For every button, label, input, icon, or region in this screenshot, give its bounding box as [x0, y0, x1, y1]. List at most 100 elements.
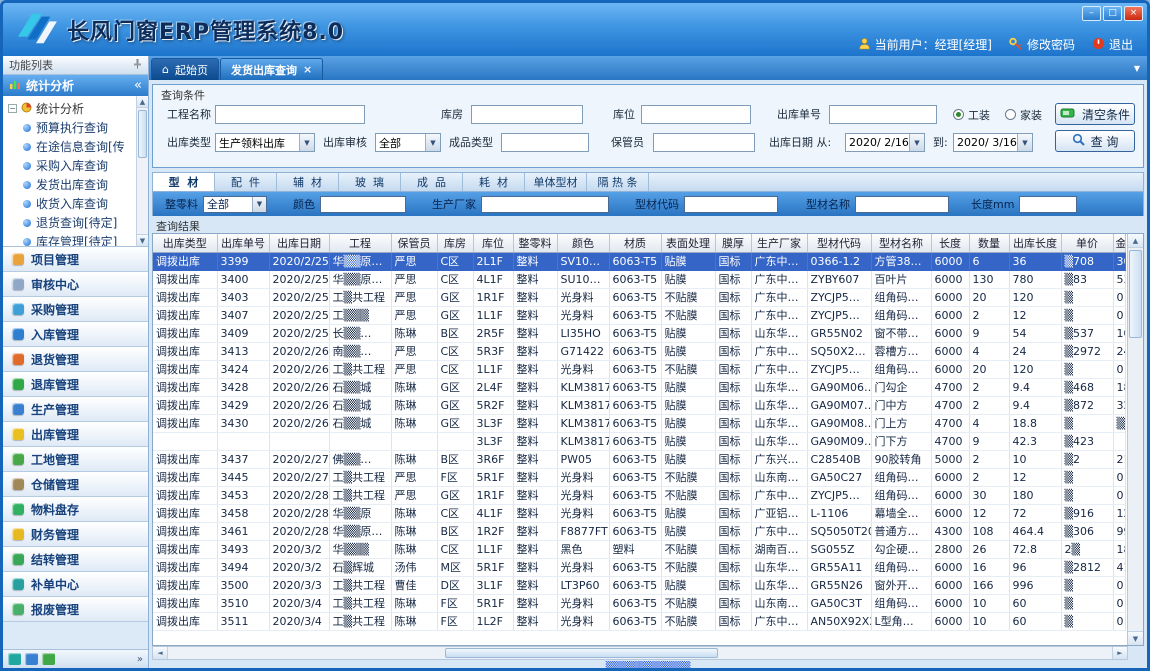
table-row[interactable]: 调拨出库34612020/2/28华▒▒原…陈琳B区1R2F整料F8877FT6…	[153, 522, 1125, 540]
radio-home[interactable]: 家装	[1005, 105, 1042, 124]
sidebar-module[interactable]: 出库管理	[3, 422, 148, 447]
sidebar-module[interactable]: 项目管理	[3, 247, 148, 272]
table-row[interactable]: 调拨出库34372020/2/27佛▒▒…陈琳B区3R6F整料PW056063-…	[153, 450, 1125, 468]
tree-item[interactable]: 发货出库查询	[8, 175, 134, 194]
sidebar-module[interactable]: 采购管理	[3, 297, 148, 322]
tree-item[interactable]: 采购入库查询	[8, 156, 134, 175]
maximize-button[interactable]: □	[1103, 6, 1122, 21]
table-row[interactable]: 3L3F整料KLM38176063-T5贴膜国标山东华…GA90M09…门下方4…	[153, 432, 1125, 450]
column-header[interactable]: 表面处理	[661, 234, 715, 252]
location-input[interactable]	[641, 105, 751, 124]
sidebar-module[interactable]: 审核中心	[3, 272, 148, 297]
table-row[interactable]: 调拨出库34072020/2/25工▒▒▒严思G区1L1F整料光身料6063-T…	[153, 306, 1125, 324]
tab-list-dropdown-icon[interactable]: ▼	[1134, 64, 1140, 73]
material-tab[interactable]: 配 件	[215, 173, 277, 191]
color-input[interactable]	[320, 196, 406, 213]
material-tab[interactable]: 玻 璃	[339, 173, 401, 191]
material-tab[interactable]: 单体型材	[525, 173, 587, 191]
table-row[interactable]: 调拨出库35102020/3/4工▒共工程陈琳F区5R1F整料光身料6063-T…	[153, 594, 1125, 612]
sidebar-module[interactable]: 财务管理	[3, 522, 148, 547]
tab-close-icon[interactable]: ×	[303, 64, 312, 75]
profile-name-input[interactable]	[855, 196, 949, 213]
tab-shipping-outbound-query[interactable]: 发货出库查询 ×	[220, 58, 323, 80]
more-options-icon[interactable]: »	[137, 654, 143, 665]
column-header[interactable]: 单价	[1061, 234, 1113, 252]
column-header[interactable]: 型材代码	[807, 234, 871, 252]
chevron-down-icon[interactable]: ▼	[1017, 134, 1032, 151]
sidebar-module[interactable]: 退货管理	[3, 347, 148, 372]
tree-scrollbar[interactable]: ▲ ▼	[136, 96, 148, 246]
vertical-scrollbar-thumb[interactable]	[1129, 250, 1142, 338]
column-header[interactable]: 膜厚	[715, 234, 751, 252]
outlook-view-icon-1[interactable]	[8, 653, 21, 665]
column-header[interactable]: 库位	[473, 234, 513, 252]
tree-expander-icon[interactable]: −	[8, 104, 17, 113]
chevron-down-icon[interactable]: ▼	[299, 134, 314, 151]
material-tab[interactable]: 型 材	[153, 173, 215, 191]
table-row[interactable]: 调拨出库33992020/2/25华▒▒原…严思C区2L1F整料SV10…606…	[153, 252, 1125, 270]
profile-code-input[interactable]	[684, 196, 778, 213]
chevron-down-icon[interactable]: ▼	[425, 134, 440, 151]
table-row[interactable]: 调拨出库34092020/2/25长▒▒…陈琳B区2R5F整料LI35HO606…	[153, 324, 1125, 342]
table-row[interactable]: 调拨出库34302020/2/26石▒▒城陈琳G区3L3F整料KLM381760…	[153, 414, 1125, 432]
material-tab[interactable]: 耗 材	[463, 173, 525, 191]
out-type-combo[interactable]: 生产领料出库 ▼	[215, 133, 315, 152]
table-row[interactable]: 调拨出库35112020/3/4工▒共工程陈琳F区1L2F整料光身料6063-T…	[153, 612, 1125, 630]
chevron-down-icon[interactable]: ▼	[252, 197, 266, 212]
table-row[interactable]: 调拨出库34582020/2/28华▒▒原陈琳C区4L1F整料光身料6063-T…	[153, 504, 1125, 522]
tree-item[interactable]: 在途信息查询[传	[8, 137, 134, 156]
table-row[interactable]: 调拨出库34452020/2/27工▒共工程严思F区5R1F整料光身料6063-…	[153, 468, 1125, 486]
logout-button[interactable]: 退出	[1092, 36, 1133, 53]
column-header[interactable]: 出库单号	[217, 234, 269, 252]
pin-icon[interactable]	[133, 58, 142, 72]
sidebar-module[interactable]: 入库管理	[3, 322, 148, 347]
tab-home[interactable]: ⌂ 起始页	[151, 58, 219, 80]
sidebar-module[interactable]: 仓储管理	[3, 472, 148, 497]
table-row[interactable]: 调拨出库34242020/2/26工▒共工程严思C区1L1F整料光身料6063-…	[153, 360, 1125, 378]
scroll-up-icon[interactable]: ▲	[137, 96, 148, 108]
horizontal-scrollbar-thumb[interactable]	[445, 648, 718, 658]
scroll-down-icon[interactable]: ▼	[1128, 631, 1143, 645]
column-header[interactable]: 材质	[609, 234, 661, 252]
column-header[interactable]: 保管员	[391, 234, 437, 252]
table-row[interactable]: 调拨出库34132020/2/26南▒▒…严思C区5R3F整料G71422606…	[153, 342, 1125, 360]
table-row[interactable]: 调拨出库34282020/2/26石▒▒城陈琳G区2L4F整料KLM381760…	[153, 378, 1125, 396]
column-header[interactable]: 数量	[969, 234, 1009, 252]
warehouse-input[interactable]	[471, 105, 583, 124]
tree-item[interactable]: 库存管理[待定]	[8, 232, 134, 247]
sidebar-module[interactable]: 退库管理	[3, 372, 148, 397]
sidebar-module[interactable]: 结转管理	[3, 547, 148, 572]
scroll-left-icon[interactable]: ◄	[153, 647, 168, 659]
maker-input[interactable]	[481, 196, 609, 213]
column-header[interactable]: 型材名称	[871, 234, 931, 252]
horizontal-scrollbar[interactable]: ◄ ►	[152, 646, 1128, 660]
whole-part-combo[interactable]: 全部 ▼	[203, 196, 267, 213]
outlook-view-icon-2[interactable]	[25, 653, 38, 665]
material-tab[interactable]: 辅 材	[277, 173, 339, 191]
collapse-icon[interactable]: «	[134, 78, 142, 93]
minimize-button[interactable]: –	[1082, 6, 1101, 21]
column-header[interactable]: 出库长度	[1009, 234, 1061, 252]
date-to-picker[interactable]: 2020/ 3/16 ▼	[953, 133, 1033, 152]
radio-industrial[interactable]: 工装	[953, 105, 990, 124]
column-header[interactable]: 库房	[437, 234, 473, 252]
scroll-right-icon[interactable]: ►	[1112, 647, 1127, 659]
table-row[interactable]: 调拨出库34002020/2/25华▒▒原…严思C区4L1F整料SU10…606…	[153, 270, 1125, 288]
material-tab[interactable]: 成 品	[401, 173, 463, 191]
radio-home-icon[interactable]	[1005, 109, 1016, 120]
column-header[interactable]: 金	[1113, 234, 1125, 252]
column-header[interactable]: 出库日期	[269, 234, 329, 252]
material-tab[interactable]: 隔 热 条	[587, 173, 649, 191]
scroll-up-icon[interactable]: ▲	[1128, 234, 1143, 248]
table-row[interactable]: 调拨出库34032020/2/25工▒共工程严思G区1R1F整料光身料6063-…	[153, 288, 1125, 306]
tree-root[interactable]: − 统计分析	[8, 99, 134, 118]
sidebar-module[interactable]: 工地管理	[3, 447, 148, 472]
close-button[interactable]: ×	[1124, 6, 1143, 21]
sidebar-section-statistics[interactable]: 统计分析 «	[3, 75, 148, 96]
column-header[interactable]: 长度	[931, 234, 969, 252]
column-header[interactable]: 生产厂家	[751, 234, 807, 252]
radio-industrial-icon[interactable]	[953, 109, 964, 120]
table-row[interactable]: 调拨出库34942020/3/2石▒辉城汤伟M区5R1F整料光身料6063-T5…	[153, 558, 1125, 576]
column-header[interactable]: 整零料	[513, 234, 557, 252]
tree-scrollbar-thumb[interactable]	[138, 110, 147, 158]
